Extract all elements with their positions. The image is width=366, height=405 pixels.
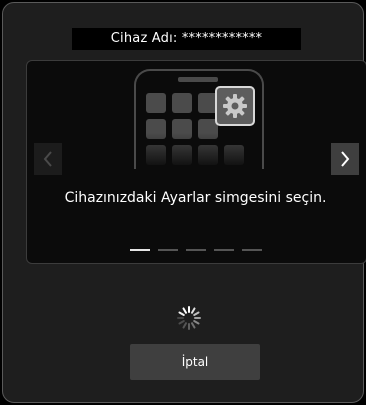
loading-spinner-icon <box>177 306 201 330</box>
previous-page-button[interactable] <box>34 143 62 175</box>
page-dot[interactable] <box>242 249 262 251</box>
phone-speaker <box>178 77 218 82</box>
device-name-label: Cihaz Adı: ************ <box>72 28 301 50</box>
phone-fade <box>136 133 262 169</box>
page-indicator <box>130 249 270 252</box>
page-dot-active[interactable] <box>130 249 150 251</box>
cancel-button[interactable]: İptal <box>130 344 260 380</box>
instruction-text: Cihazınızdaki Ayarlar simgesini seçin. <box>64 190 327 206</box>
instruction-carousel <box>26 60 366 264</box>
app-tile-icon <box>146 93 166 113</box>
chevron-left-icon <box>43 151 52 167</box>
settings-gear-icon <box>215 86 255 126</box>
chevron-right-icon <box>341 151 350 167</box>
page-dot[interactable] <box>158 249 178 251</box>
page-dot[interactable] <box>214 249 234 251</box>
next-page-button[interactable] <box>331 143 359 175</box>
app-tile-icon <box>172 93 192 113</box>
page-dot[interactable] <box>186 249 206 251</box>
gear-icon <box>223 94 247 118</box>
